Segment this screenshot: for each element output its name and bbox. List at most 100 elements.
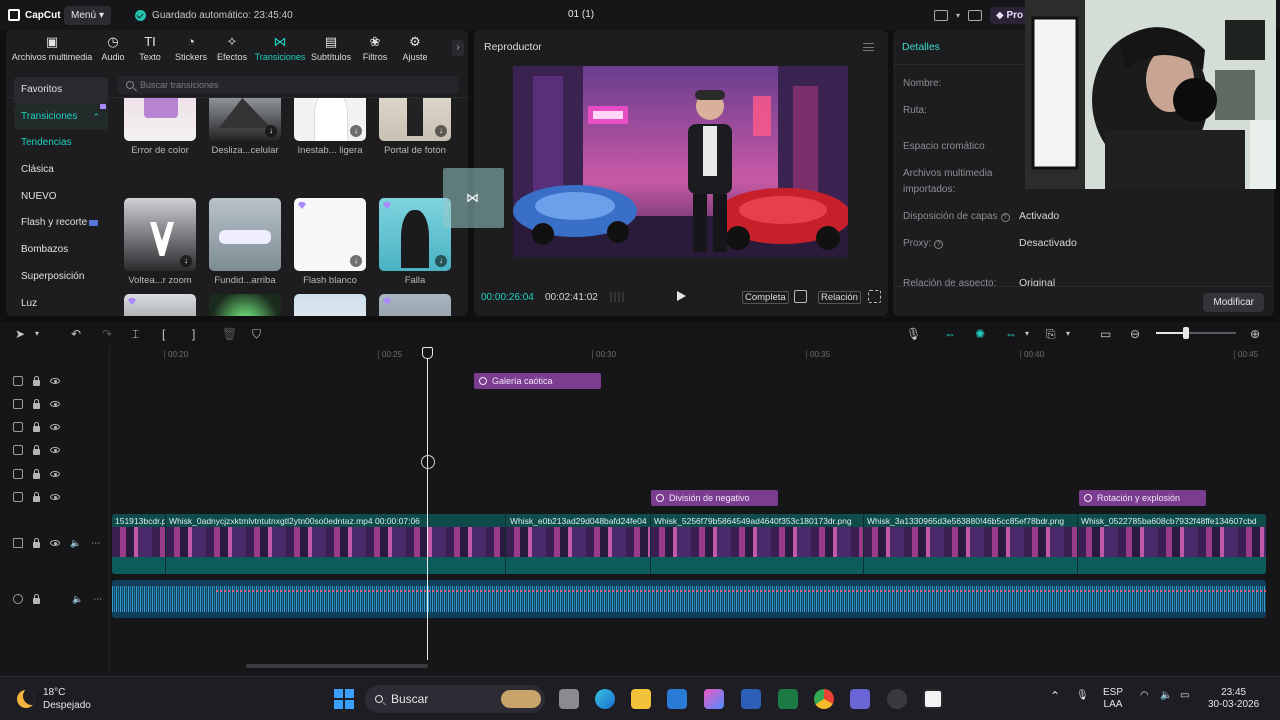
- tab-transitions[interactable]: ⋈ Transiciones: [252, 34, 308, 66]
- menu-icon[interactable]: [863, 43, 874, 51]
- chevron-up-icon[interactable]: ⌃: [1050, 690, 1060, 702]
- zoom-in-icon[interactable]: ⊕: [1250, 327, 1260, 341]
- modify-button[interactable]: Modificar: [1203, 293, 1264, 312]
- more-options-icon[interactable]: ⋯: [93, 594, 102, 605]
- redo-icon[interactable]: ↷: [102, 327, 112, 341]
- transition-thumb[interactable]: ↓ Falla: [379, 198, 451, 286]
- video-preview[interactable]: [513, 66, 848, 257]
- transition-thumb[interactable]: ↓ Voltea...r zoom: [124, 198, 196, 286]
- video-clip[interactable]: Whisk_0adnycjzxktmlvtntutnxgtl2ytn00so0e…: [166, 514, 506, 574]
- language-indicator[interactable]: ESP LAA: [1103, 687, 1123, 711]
- link-clips-icon[interactable]: ⇔: [1005, 327, 1017, 341]
- eye-icon[interactable]: [50, 494, 60, 500]
- play-icon[interactable]: [677, 291, 686, 301]
- lock-icon[interactable]: [33, 421, 40, 432]
- edge-browser-icon[interactable]: [595, 689, 615, 709]
- copilot-icon[interactable]: [704, 689, 724, 709]
- tab-media[interactable]: ▣ Archivos multimedia: [8, 34, 96, 66]
- fit-timeline-icon[interactable]: ▭: [1100, 327, 1111, 341]
- lock-icon[interactable]: [33, 398, 40, 409]
- lock-icon[interactable]: [33, 537, 40, 548]
- keyboard-icon[interactable]: [968, 10, 983, 21]
- transition-thumb[interactable]: ↓ Inestab... ligera: [294, 98, 366, 156]
- video-clip[interactable]: Whisk_e0b213ad29d048bafd24fe04: [506, 514, 651, 574]
- zoom-slider-handle[interactable]: [1183, 327, 1189, 339]
- trim-right-icon[interactable]: ]: [192, 327, 195, 341]
- battery-icon[interactable]: ▭: [1180, 690, 1189, 702]
- search-input[interactable]: [140, 80, 440, 90]
- video-clip[interactable]: Whisk_5256f79b5864549ad4640f353c180173dr…: [651, 514, 864, 574]
- category-trending[interactable]: Tendencias: [14, 130, 108, 157]
- pro-button[interactable]: ◆ Pro: [990, 7, 1030, 24]
- delete-icon[interactable]: 🗑: [222, 327, 237, 341]
- weather-widget[interactable]: 18°C Despejado: [17, 686, 91, 712]
- microphone-icon[interactable]: 🎙: [906, 327, 921, 341]
- category-light[interactable]: Luz: [14, 291, 108, 317]
- preview-axis-icon[interactable]: ⎘: [1046, 327, 1056, 341]
- eye-icon[interactable]: [50, 471, 60, 477]
- tab-subtitles[interactable]: ▤ Subtítulos: [308, 34, 354, 66]
- aspect-ratio-button[interactable]: Relación: [818, 291, 861, 304]
- microphone-icon[interactable]: 🎙: [1076, 690, 1089, 702]
- category-transitions[interactable]: Transiciones ⌃: [14, 103, 108, 131]
- eye-icon[interactable]: [50, 540, 60, 546]
- download-icon[interactable]: ↓: [180, 255, 192, 267]
- lock-icon[interactable]: [33, 593, 40, 604]
- split-icon[interactable]: ⌶: [132, 327, 139, 341]
- tab-text[interactable]: TI Texto: [130, 34, 170, 66]
- transition-thumb[interactable]: ↓ Desliza...celular: [209, 98, 281, 156]
- chrome-icon[interactable]: [814, 689, 834, 709]
- windows-start-icon[interactable]: [334, 689, 354, 709]
- tab-filters[interactable]: ❀ Filtros: [354, 34, 396, 66]
- task-view-icon[interactable]: [559, 689, 579, 709]
- download-icon[interactable]: ↓: [265, 125, 277, 137]
- tab-stickers[interactable]: ◔ Stickers: [170, 34, 212, 66]
- horizontal-scrollbar[interactable]: [246, 664, 428, 668]
- playhead[interactable]: [427, 353, 428, 660]
- chevron-down-icon[interactable]: ▾: [35, 327, 39, 341]
- trim-left-icon[interactable]: [: [162, 327, 165, 341]
- menu-button[interactable]: Menú ▾: [64, 5, 112, 25]
- time-ruler[interactable]: 00:20 00:25 00:30 00:35 00:40 00:45: [110, 346, 1280, 362]
- zoom-out-icon[interactable]: ⊖: [1130, 327, 1140, 341]
- excel-icon[interactable]: [778, 689, 798, 709]
- category-classic[interactable]: Clásica: [14, 157, 108, 184]
- volume-icon[interactable]: 🔈: [1160, 690, 1172, 702]
- main-track-magnet-icon[interactable]: ⇔: [944, 327, 956, 341]
- transition-thumb[interactable]: [294, 294, 366, 316]
- download-icon[interactable]: ↓: [350, 255, 362, 267]
- transition-thumb[interactable]: Error de color: [124, 98, 196, 156]
- effect-clip[interactable]: Rotación y explosión: [1079, 490, 1206, 506]
- tab-adjust[interactable]: ⚙ Ajuste: [396, 34, 434, 66]
- download-icon[interactable]: ↓: [435, 125, 447, 137]
- layout-icon[interactable]: [934, 10, 948, 21]
- tab-effects[interactable]: ✧ Efectos: [212, 34, 252, 66]
- lock-icon[interactable]: [33, 375, 40, 386]
- undo-icon[interactable]: ↶: [71, 327, 81, 341]
- effect-clip[interactable]: División de negativo: [651, 490, 778, 506]
- help-icon[interactable]: ?: [1000, 213, 1010, 222]
- audio-track[interactable]: [112, 580, 1266, 618]
- transition-thumb[interactable]: ↓ Flash blanco: [294, 198, 366, 286]
- category-bombazos[interactable]: Bombazos: [14, 237, 108, 264]
- video-clip[interactable]: Whisk_0522785ba608cb7932f48ffe134607cbd: [1078, 514, 1266, 574]
- download-icon[interactable]: ↓: [350, 125, 362, 137]
- category-flash[interactable]: Flash y recorte: [14, 210, 108, 237]
- eye-icon[interactable]: [50, 401, 60, 407]
- outlook-icon[interactable]: [667, 689, 687, 709]
- taskbar-search[interactable]: Buscar: [365, 685, 545, 713]
- word-icon[interactable]: [741, 689, 761, 709]
- chevron-down-icon[interactable]: ▾: [1025, 327, 1029, 341]
- marker-icon[interactable]: ⛉: [252, 327, 261, 341]
- fullscreen-icon[interactable]: [868, 290, 881, 303]
- chevron-down-icon[interactable]: ▾: [1066, 327, 1070, 341]
- screenshot-icon[interactable]: [794, 290, 807, 303]
- help-icon[interactable]: ?: [934, 240, 944, 249]
- lock-icon[interactable]: [33, 491, 40, 502]
- eye-icon[interactable]: [50, 447, 60, 453]
- chevron-down-icon[interactable]: ▾: [956, 11, 960, 20]
- select-cursor-icon[interactable]: ➤: [15, 327, 25, 341]
- video-clip[interactable]: 151913bcdr.pr: [112, 514, 166, 574]
- transition-thumb[interactable]: ↓ Portal de fotón: [379, 98, 451, 156]
- category-favorites[interactable]: Favoritos: [14, 77, 108, 104]
